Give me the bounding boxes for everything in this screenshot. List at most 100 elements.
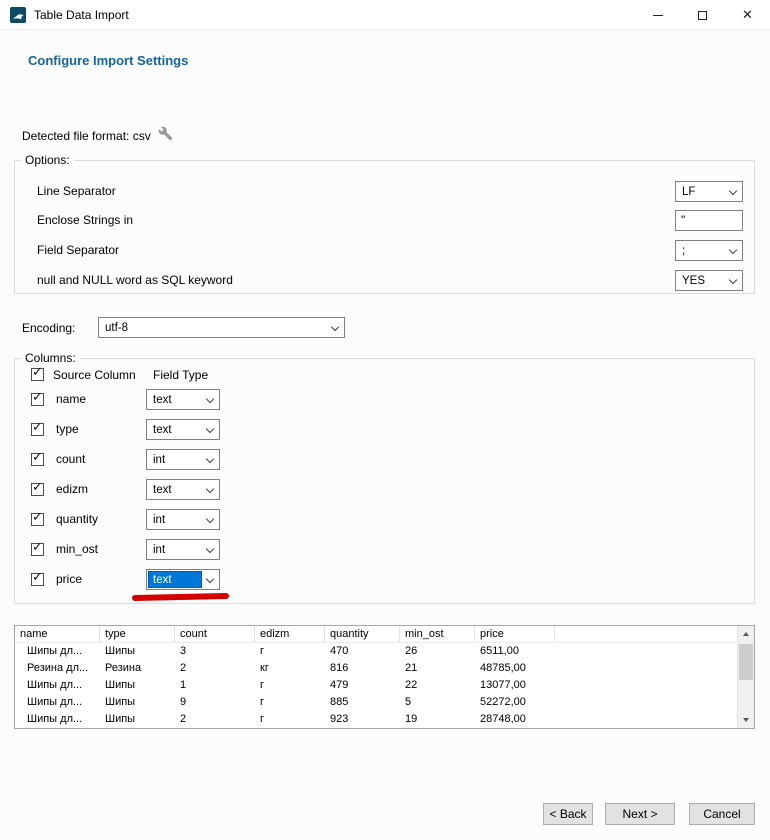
preview-row[interactable]: Резина дл... Резина 2 кг 816 21 48785,00 xyxy=(15,660,738,677)
select-all-checkbox[interactable]: ✓ xyxy=(31,368,44,381)
preview-cell: 5 xyxy=(400,694,475,711)
preview-row[interactable]: Шипы дл... Шипы 3 г 470 26 6511,00 xyxy=(15,643,738,660)
chevron-down-icon xyxy=(206,575,214,583)
column-row-count: ✓ count int xyxy=(15,449,754,470)
scroll-up-button[interactable] xyxy=(738,626,754,642)
preview-row[interactable]: Шипы дл... Шипы 2 г 923 19 28748,00 xyxy=(15,711,738,728)
column-row-name: ✓ name text xyxy=(15,389,754,410)
chevron-down-icon xyxy=(729,276,737,284)
preview-cell: Шипы дл... xyxy=(15,711,100,728)
column-checkbox[interactable]: ✓ xyxy=(31,453,44,466)
chevron-down-icon xyxy=(729,246,737,254)
scrollbar-thumb[interactable] xyxy=(739,644,753,680)
column-name-label: quantity xyxy=(56,509,98,530)
field-type-dropdown[interactable]: int xyxy=(146,539,220,560)
enclose-strings-label: Enclose Strings in xyxy=(37,210,133,231)
preview-cell: Шипы xyxy=(100,643,175,660)
chevron-down-icon xyxy=(206,425,214,433)
line-separator-dropdown[interactable]: LF xyxy=(675,181,743,202)
chevron-down-icon xyxy=(206,515,214,523)
source-column-header: Source Column xyxy=(53,367,136,383)
check-icon: ✓ xyxy=(32,510,43,523)
column-checkbox[interactable]: ✓ xyxy=(31,543,44,556)
close-icon: ✕ xyxy=(742,7,753,23)
options-groupbox: Options: Line Separator LF Enclose Strin… xyxy=(14,160,755,294)
null-keyword-dropdown[interactable]: YES xyxy=(675,270,743,291)
column-name-label: min_ost xyxy=(56,539,98,560)
field-type-dropdown[interactable]: text xyxy=(146,479,220,500)
preview-row[interactable]: Шипы дл... Шипы 1 г 479 22 13077,00 xyxy=(15,677,738,694)
check-icon: ✓ xyxy=(32,450,43,463)
preview-cell: 885 xyxy=(325,694,400,711)
preview-cell: 479 xyxy=(325,677,400,694)
column-checkbox[interactable]: ✓ xyxy=(31,393,44,406)
preview-cell: Резина xyxy=(100,660,175,677)
preview-cell: 6511,00 xyxy=(475,643,555,660)
preview-cell: г xyxy=(255,711,325,728)
chevron-down-icon xyxy=(206,395,214,403)
chevron-down-icon xyxy=(331,323,339,331)
next-button[interactable]: Next > xyxy=(605,803,675,825)
scroll-down-button[interactable] xyxy=(738,712,754,728)
column-checkbox[interactable]: ✓ xyxy=(31,513,44,526)
preview-cell: 3 xyxy=(175,643,255,660)
column-name-label: edizm xyxy=(56,479,88,500)
preview-header-cell: quantity xyxy=(325,626,400,642)
column-checkbox[interactable]: ✓ xyxy=(31,423,44,436)
triangle-down-icon xyxy=(743,718,749,722)
column-row-min-ost: ✓ min_ost int xyxy=(15,539,754,560)
field-type-dropdown[interactable]: text xyxy=(146,419,220,440)
preview-cell: г xyxy=(255,677,325,694)
column-name-label: count xyxy=(56,449,85,470)
chevron-down-icon xyxy=(206,545,214,553)
encoding-dropdown[interactable]: utf-8 xyxy=(98,317,345,338)
preview-header-cell: edizm xyxy=(255,626,325,642)
preview-cell: 923 xyxy=(325,711,400,728)
check-icon: ✓ xyxy=(32,480,43,493)
field-type-dropdown[interactable]: text xyxy=(146,389,220,410)
close-button[interactable]: ✕ xyxy=(725,0,770,30)
preview-cell: 19 xyxy=(400,711,475,728)
field-type-dropdown-price-selected[interactable]: text xyxy=(146,569,220,590)
preview-cell: 1 xyxy=(175,677,255,694)
preview-cell: Шипы xyxy=(100,694,175,711)
column-checkbox[interactable]: ✓ xyxy=(31,573,44,586)
vertical-scrollbar[interactable] xyxy=(737,626,754,728)
field-separator-label: Field Separator xyxy=(37,240,119,261)
chevron-down-icon xyxy=(729,187,737,195)
preview-cell: 2 xyxy=(175,660,255,677)
enclose-strings-input[interactable]: " xyxy=(675,210,743,231)
title-bar: Table Data Import ✕ xyxy=(0,0,770,30)
detected-format-label: Detected file format: csv xyxy=(22,129,151,143)
field-type-dropdown[interactable]: int xyxy=(146,449,220,470)
page-title: Configure Import Settings xyxy=(28,53,188,68)
preview-cell: 470 xyxy=(325,643,400,660)
cancel-button[interactable]: Cancel xyxy=(689,803,755,825)
columns-header-row: ✓ Source Column Field Type xyxy=(15,367,754,385)
preview-table: name type count edizm quantity min_ost p… xyxy=(14,625,755,729)
window-controls: ✕ xyxy=(635,0,770,30)
option-row-line-separator: Line Separator LF xyxy=(15,181,754,202)
preview-header-cell xyxy=(555,626,738,642)
preview-cell: 13077,00 xyxy=(475,677,555,694)
minimize-button[interactable] xyxy=(635,0,680,30)
column-name-label: price xyxy=(56,569,82,590)
mysql-workbench-icon xyxy=(10,7,26,23)
check-icon: ✓ xyxy=(32,420,43,433)
field-type-dropdown[interactable]: int xyxy=(146,509,220,530)
minimize-icon xyxy=(653,15,663,16)
back-button[interactable]: < Back xyxy=(543,803,593,825)
preview-cell: 26 xyxy=(400,643,475,660)
column-checkbox[interactable]: ✓ xyxy=(31,483,44,496)
option-row-field-separator: Field Separator ; xyxy=(15,240,754,261)
field-separator-dropdown[interactable]: ; xyxy=(675,240,743,261)
check-icon: ✓ xyxy=(32,365,43,378)
columns-legend: Columns: xyxy=(21,351,80,365)
maximize-button[interactable] xyxy=(680,0,725,30)
check-icon: ✓ xyxy=(32,570,43,583)
encoding-label: Encoding: xyxy=(22,321,75,335)
preview-cell: 816 xyxy=(325,660,400,677)
field-type-header: Field Type xyxy=(153,367,208,383)
preview-row[interactable]: Шипы дл... Шипы 9 г 885 5 52272,00 xyxy=(15,694,738,711)
preview-cell: 28748,00 xyxy=(475,711,555,728)
